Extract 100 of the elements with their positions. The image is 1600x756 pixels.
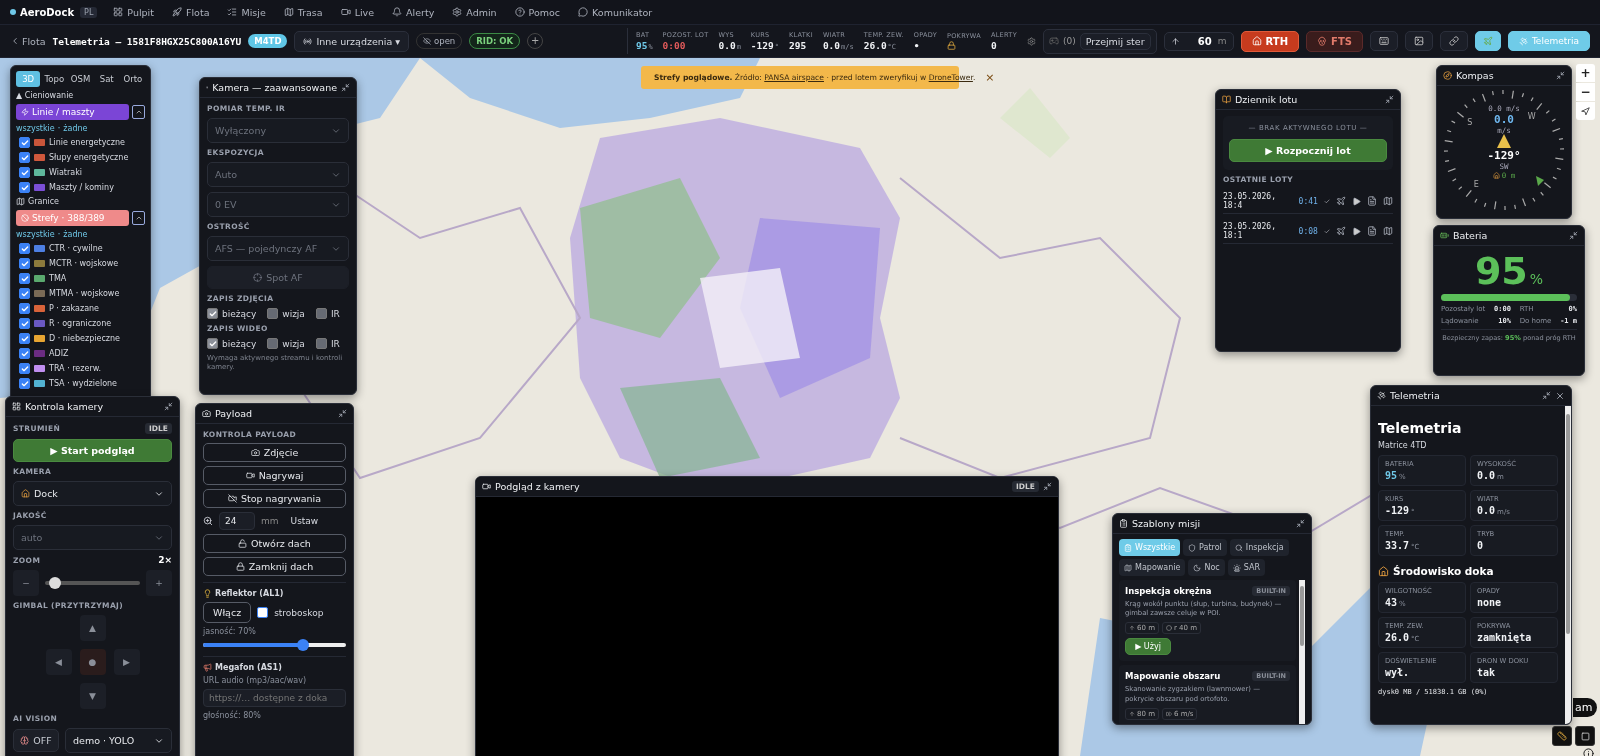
document-button[interactable] [1367, 196, 1377, 206]
checkbox[interactable] [315, 308, 327, 319]
checkbox[interactable] [19, 182, 30, 193]
gimbal-down-button[interactable]: ▼ [79, 683, 106, 709]
audio-url-field[interactable]: https://… dostępne z doka [203, 689, 346, 707]
checkbox[interactable] [19, 137, 30, 148]
checkbox[interactable] [19, 363, 30, 374]
checkbox[interactable] [19, 243, 30, 254]
gimbal-left-button[interactable]: ◀ [45, 649, 72, 675]
payload-button[interactable]: Nagrywaj [203, 466, 346, 485]
checkbox[interactable] [257, 607, 269, 618]
roof-button[interactable]: Otwórz dach [203, 534, 346, 553]
nav-link[interactable]: Komunikator [576, 6, 655, 18]
checkbox[interactable] [19, 152, 30, 163]
select-none-link[interactable]: żadne [63, 230, 88, 239]
zoom-in-button[interactable]: + [1576, 64, 1595, 82]
link-button[interactable] [1439, 31, 1468, 51]
checkbox[interactable] [19, 258, 30, 269]
focal-length-field[interactable]: 24 [219, 512, 255, 530]
ai-toggle-button[interactable]: OFF [13, 729, 59, 752]
checkbox[interactable] [19, 167, 30, 178]
checkbox[interactable] [207, 338, 218, 349]
collapse-button[interactable] [1569, 231, 1578, 240]
set-button[interactable]: Ustaw [290, 516, 319, 526]
map-style-tab[interactable]: Sat [94, 71, 119, 87]
collapse-button[interactable] [338, 409, 347, 418]
collapse-button[interactable] [164, 402, 173, 411]
spot-af-button[interactable]: Spot AF [207, 266, 349, 289]
layer-group-label[interactable]: Granice [28, 197, 59, 206]
ruler-button[interactable] [1552, 726, 1572, 746]
language-badge[interactable]: PL [80, 6, 98, 18]
nav-link[interactable]: Pulpit [111, 6, 156, 18]
checkbox[interactable] [315, 338, 327, 349]
checkbox[interactable] [19, 348, 30, 359]
payload-button[interactable]: Zdjęcie [203, 443, 346, 462]
altitude-input[interactable]: 60 [1185, 35, 1212, 47]
gimbal-up-button[interactable]: ▲ [79, 615, 106, 641]
start-flight-button[interactable]: ▶ Rozpocznij lot [1229, 139, 1387, 162]
filter-chip[interactable]: Noc [1188, 559, 1225, 576]
slider-thumb[interactable] [48, 577, 61, 589]
checkbox[interactable] [19, 273, 30, 284]
filter-chip[interactable]: Inspekcja [1229, 539, 1289, 556]
window-button[interactable] [1575, 726, 1595, 746]
north-reset-button[interactable] [1576, 102, 1595, 120]
collapse-button[interactable] [1043, 482, 1052, 491]
altitude-field[interactable]: 60 m [1163, 31, 1234, 51]
filter-chip[interactable]: SAR [1227, 559, 1265, 576]
zoom-out-button[interactable]: − [1576, 83, 1595, 101]
dropdown[interactable]: Dock [13, 481, 172, 506]
fts-button[interactable]: FTS [1306, 30, 1363, 52]
select-none-link[interactable]: żadne [63, 124, 88, 133]
nav-link[interactable]: Pomoc [512, 6, 563, 18]
gimbal-right-button[interactable]: ▶ [113, 649, 140, 675]
nav-link[interactable]: Admin [450, 6, 499, 18]
checkbox[interactable] [267, 338, 279, 349]
checkbox[interactable] [267, 308, 279, 319]
rth-button[interactable]: RTH [1240, 30, 1300, 52]
checkbox[interactable] [19, 303, 30, 314]
play-button[interactable] [1352, 226, 1361, 236]
nav-link[interactable]: Trasa [281, 6, 325, 18]
use-button[interactable]: ▶ Użyj [1125, 638, 1171, 656]
checkbox[interactable] [19, 288, 30, 299]
zoom-out-button[interactable]: − [13, 570, 39, 596]
payload-button[interactable]: Stop nagrywania [203, 489, 346, 508]
dropdown[interactable]: demo · YOLO [65, 728, 172, 753]
image-button[interactable] [1404, 31, 1433, 51]
collapse-button[interactable] [1542, 391, 1551, 400]
nav-link[interactable]: Misje [225, 6, 268, 18]
map-button[interactable] [1383, 226, 1393, 236]
filter-chip[interactable]: Patrol [1183, 539, 1227, 556]
nav-link[interactable]: Flota [170, 6, 212, 18]
shading-toggle[interactable]: ▲ Cieniowanie [16, 91, 145, 100]
collapse-button[interactable] [1296, 519, 1305, 528]
gimbal-center-button[interactable]: ● [79, 649, 106, 675]
drone-button[interactable] [1474, 31, 1501, 51]
checkbox[interactable] [207, 308, 218, 319]
close-button[interactable]: × [985, 71, 995, 84]
checkbox[interactable] [19, 378, 30, 389]
collapse-button[interactable] [1556, 71, 1565, 80]
layer-group-button[interactable]: Linie / maszty [16, 104, 129, 120]
select-all-link[interactable]: wszystkie [16, 230, 55, 239]
nav-link[interactable]: Live [338, 6, 377, 18]
nav-link[interactable]: Alerty [390, 6, 437, 18]
start-preview-button[interactable]: ▶ Start podgląd [13, 439, 172, 462]
light-on-button[interactable]: Włącz [203, 602, 252, 623]
drone-button[interactable] [1336, 196, 1346, 206]
device-dropdown[interactable]: Inne urządzenia ▾ [294, 30, 410, 52]
checkbox[interactable] [19, 318, 30, 329]
collapse-button[interactable] [1385, 95, 1394, 104]
document-button[interactable] [1367, 226, 1377, 236]
filter-chip[interactable]: Mapowanie [1119, 559, 1186, 576]
collapse-button[interactable] [341, 83, 350, 92]
map-button[interactable]: am [1573, 698, 1598, 717]
slider-thumb[interactable] [297, 639, 310, 651]
map-style-tab[interactable]: OSM [68, 71, 93, 87]
close-button[interactable] [1555, 390, 1565, 401]
back-link[interactable]: Flota [10, 35, 46, 47]
expand-toggle[interactable] [132, 105, 145, 119]
map-button[interactable] [1383, 196, 1393, 206]
expand-toggle[interactable] [132, 211, 145, 225]
